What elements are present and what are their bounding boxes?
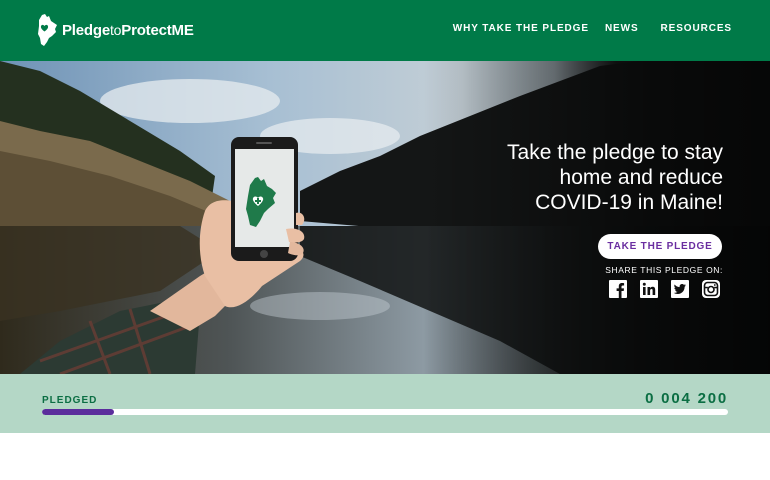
linkedin-icon[interactable] xyxy=(640,280,658,298)
instagram-icon[interactable] xyxy=(702,280,720,298)
pledged-label: PLEDGED xyxy=(42,395,98,406)
logo-wordmark: PledgetoProtectME xyxy=(62,22,194,39)
hero-heading-line3: COVID-19 in Maine! xyxy=(535,191,723,214)
pledge-progress-fill xyxy=(42,409,115,415)
logo-part-to: to xyxy=(109,21,122,38)
main-nav: WHY TAKE THE PLEDGE NEWS RESOURCES xyxy=(453,23,732,34)
site-logo[interactable]: PledgetoProtectME xyxy=(35,11,194,49)
twitter-icon[interactable] xyxy=(671,280,689,298)
nav-why-take-the-pledge[interactable]: WHY TAKE THE PLEDGE xyxy=(453,23,589,34)
nav-resources[interactable]: RESOURCES xyxy=(661,23,732,34)
pledge-progress-bar xyxy=(42,409,728,415)
take-the-pledge-button[interactable]: TAKE THE PLEDGE xyxy=(598,234,722,259)
nav-news[interactable]: NEWS xyxy=(605,23,639,34)
pledge-counter: 0 004 200 xyxy=(645,390,728,407)
hero-heading-line2: home and reduce xyxy=(559,166,723,189)
logo-part-pledge: Pledge xyxy=(62,21,110,39)
hero-heading: Take the pledge to stay home and reduce … xyxy=(443,140,723,215)
maine-heart-logo-icon xyxy=(38,14,57,46)
site-header: PledgetoProtectME WHY TAKE THE PLEDGE NE… xyxy=(0,0,770,61)
hero-lake-photo xyxy=(0,61,770,374)
logo-part-protectme: ProtectME xyxy=(121,21,194,39)
hero-heading-line1: Take the pledge to stay xyxy=(507,141,723,164)
phone-mockup xyxy=(231,137,298,261)
facebook-icon[interactable] xyxy=(609,280,627,298)
hero-banner: Take the pledge to stay home and reduce … xyxy=(0,61,770,374)
social-share-links xyxy=(609,280,720,298)
pledge-progress-section: PLEDGED 0 004 200 xyxy=(0,374,770,433)
share-label: SHARE THIS PLEDGE ON: xyxy=(605,265,723,275)
